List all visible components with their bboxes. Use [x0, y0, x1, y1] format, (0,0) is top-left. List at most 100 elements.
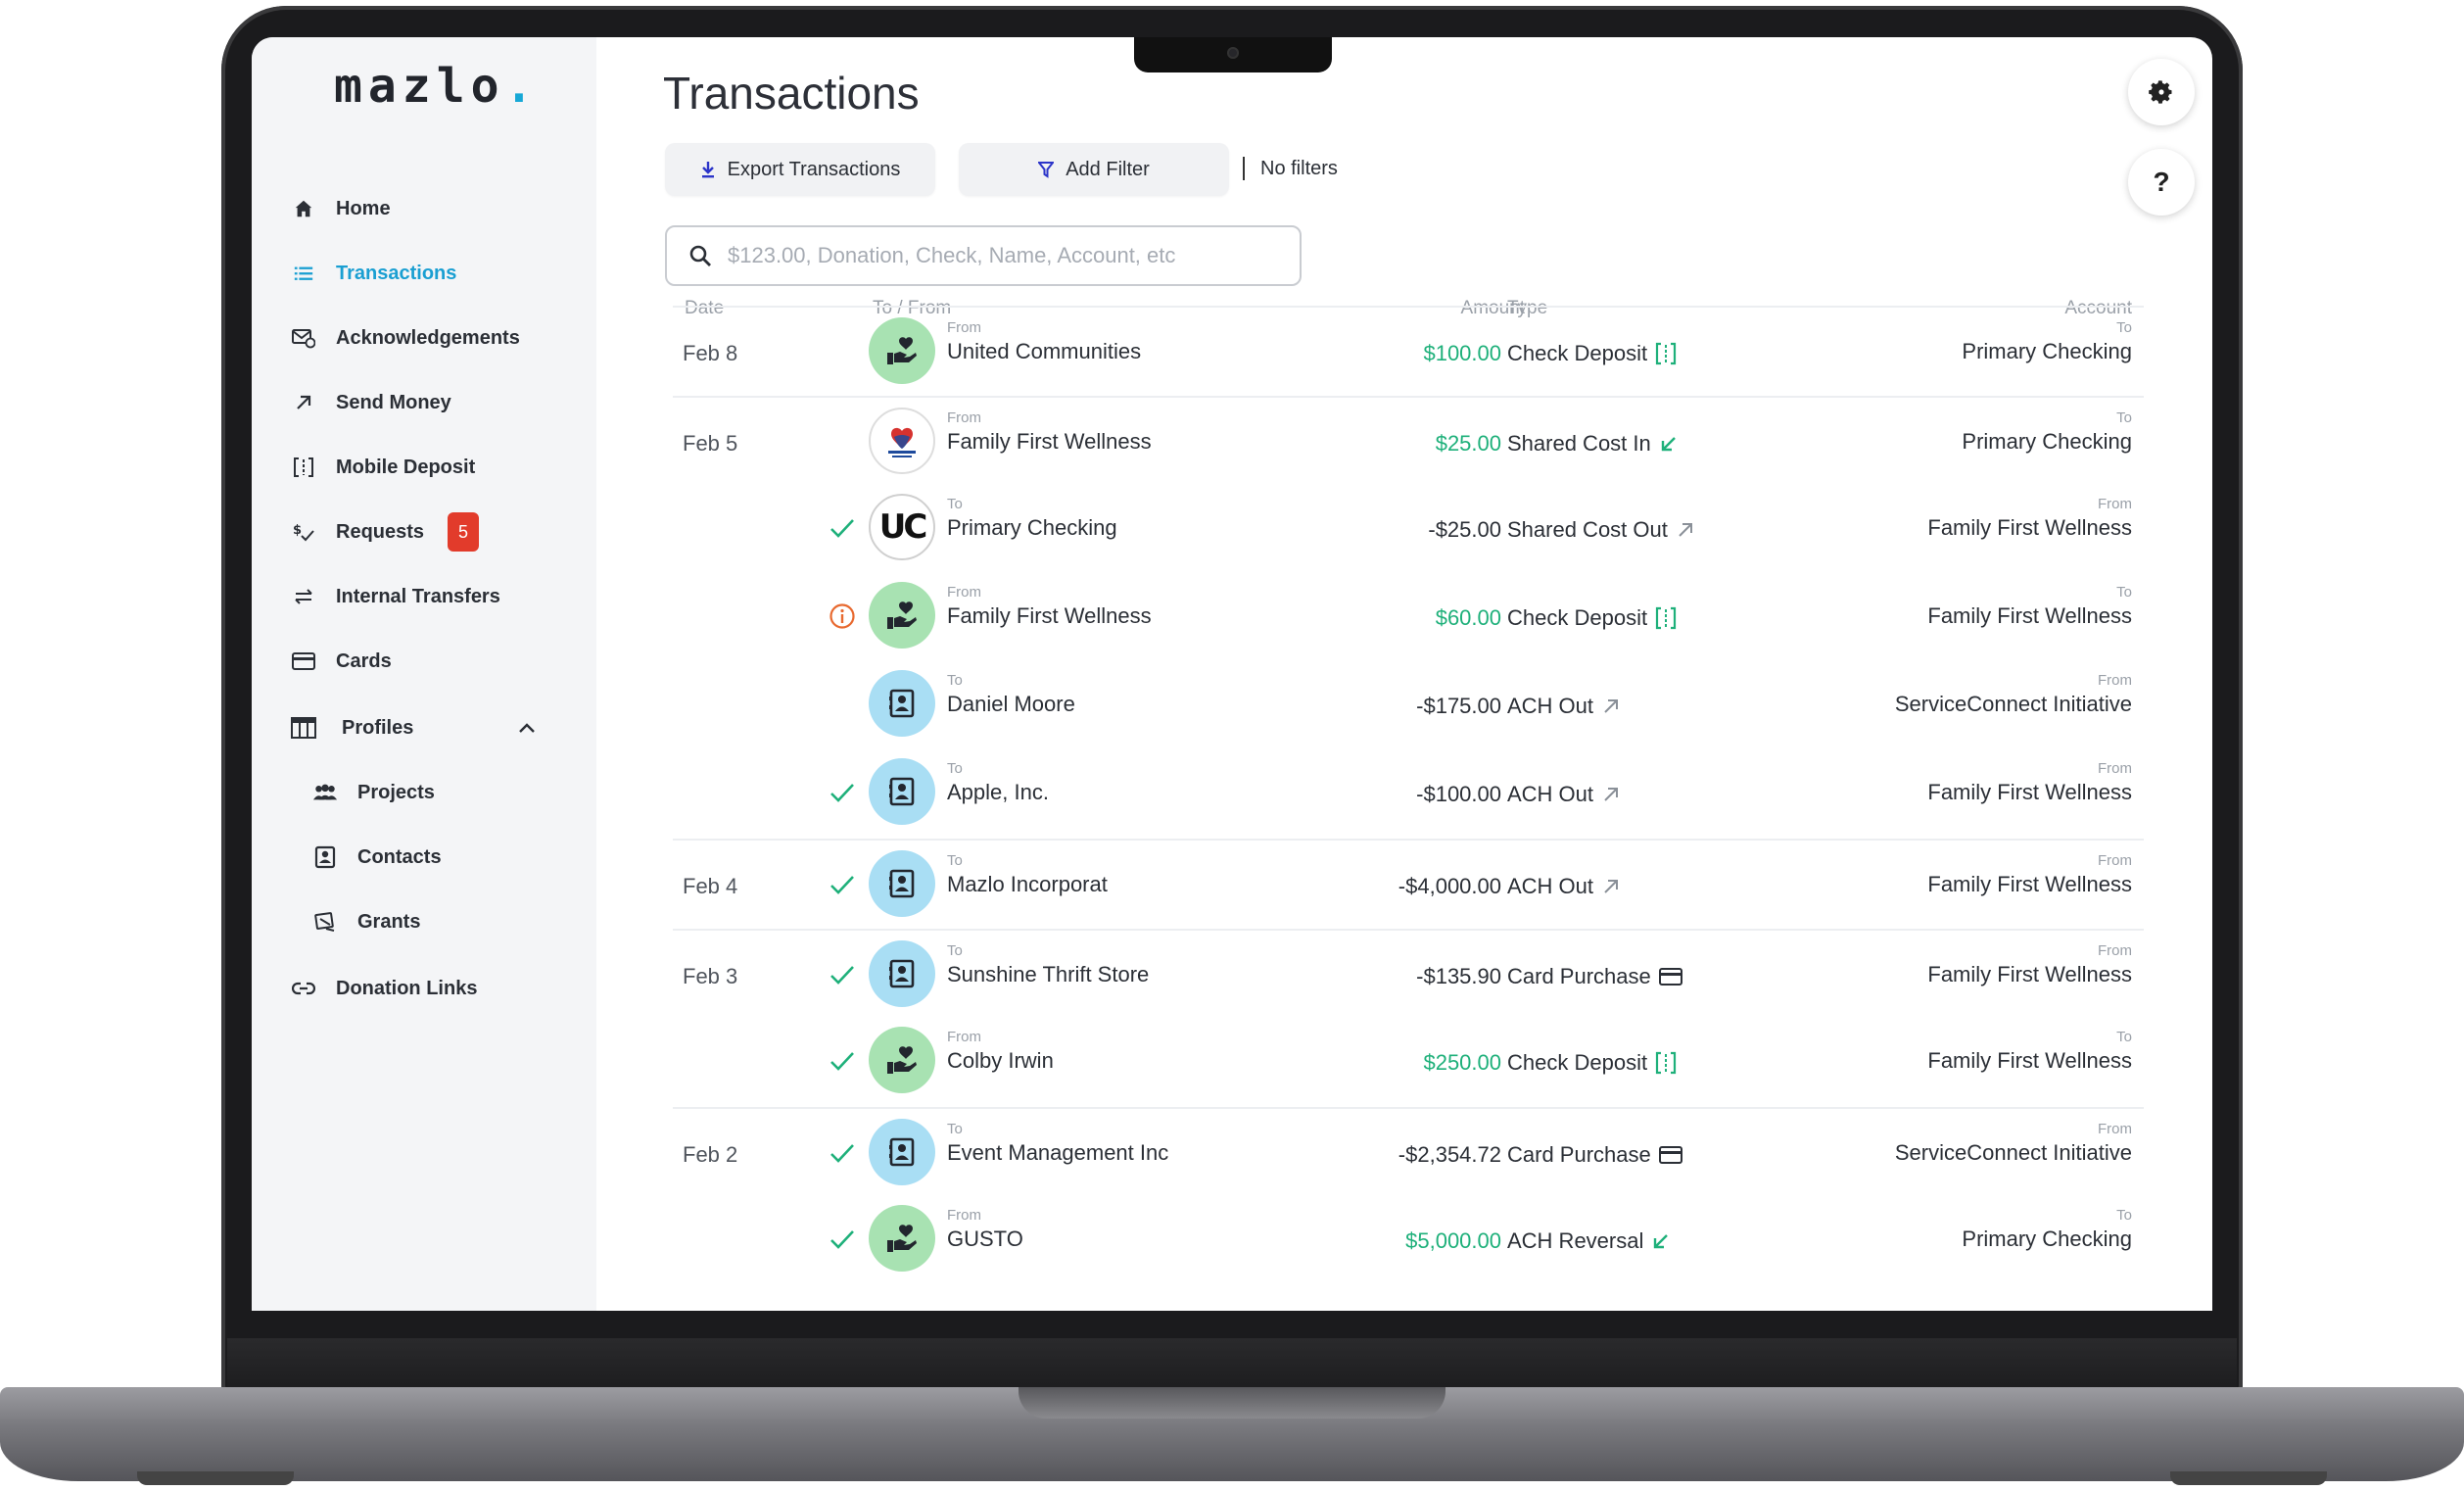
row-account[interactable]: ServiceConnect Initiative [1895, 1140, 2132, 1166]
table-row[interactable]: Feb 3 To Sunshine Thrift Store -$135.90 Card… [673, 929, 2144, 1017]
table-row[interactable]: From GUSTO $5,000.00 ACH Reversal To Primary … [673, 1195, 2144, 1283]
row-account[interactable]: Family First Wellness [1927, 515, 2132, 541]
row-party[interactable]: Event Management Inc [947, 1140, 1168, 1166]
search-icon [688, 244, 712, 267]
row-account[interactable]: Primary Checking [1962, 429, 2132, 455]
search-input[interactable] [728, 243, 1276, 268]
sidebar-item-contacts[interactable]: Contacts [312, 833, 596, 882]
sidebar-item-label: Contacts [357, 845, 442, 868]
row-direction: To [947, 496, 963, 512]
settings-button[interactable] [2128, 59, 2195, 125]
table-row[interactable]: UC To Primary Checking -$25.00 Shared Cost O… [673, 484, 2144, 572]
check-deposit-icon [1655, 342, 1677, 365]
help-label: ? [2153, 167, 2170, 197]
sidebar-item-home[interactable]: Home [291, 184, 575, 233]
chevron-up-icon[interactable] [518, 717, 536, 740]
table-row[interactable]: Feb 5 From Family First Wellness $25.00 Shar… [673, 396, 2144, 484]
row-amount: -$100.00 [1416, 782, 1501, 806]
row-account[interactable]: Family First Wellness [1927, 1048, 2132, 1074]
row-type: Shared Cost In [1507, 431, 1679, 457]
sidebar-item-donation-links[interactable]: Donation Links [291, 964, 575, 1013]
row-account[interactable]: Primary Checking [1962, 339, 2132, 364]
row-party[interactable]: Mazlo Incorporat [947, 872, 1108, 897]
sidebar-item-profiles[interactable]: Profiles [291, 703, 565, 752]
donation-icon [869, 1027, 935, 1093]
row-amount: $5,000.00 [1405, 1228, 1501, 1253]
row-party[interactable]: United Communities [947, 339, 1141, 364]
search-box[interactable] [665, 225, 1302, 286]
check-icon [828, 1046, 857, 1076]
sidebar-item-transactions[interactable]: Transactions [291, 249, 575, 298]
table-row[interactable]: From Family First Wellness $60.00 Check Dep… [673, 572, 2144, 660]
row-party[interactable]: Family First Wellness [947, 603, 1152, 629]
arrow-out-icon [1601, 697, 1621, 716]
row-party[interactable]: Sunshine Thrift Store [947, 962, 1149, 987]
logo[interactable]: mazlo. [334, 59, 539, 114]
sidebar-item-label: Profiles [342, 716, 414, 739]
row-account-direction: From [2098, 942, 2132, 959]
row-amount: -$2,354.72 [1398, 1142, 1501, 1167]
sidebar-item-label: Transactions [336, 262, 457, 284]
sidebar-item-send-money[interactable]: Send Money [291, 378, 575, 427]
row-date: Feb 2 [683, 1142, 738, 1167]
info-icon[interactable] [828, 601, 857, 631]
check-icon [828, 778, 857, 807]
row-account[interactable]: Family First Wellness [1927, 872, 2132, 897]
sidebar-item-label: Internal Transfers [336, 585, 500, 607]
sidebar-item-requests[interactable]: $ Requests 5 [291, 507, 575, 556]
row-account[interactable]: Primary Checking [1962, 1226, 2132, 1252]
row-amount: $250.00 [1423, 1050, 1501, 1075]
table-row[interactable]: To Apple, Inc. -$100.00 ACH Out From Family F… [673, 748, 2144, 837]
page-title: Transactions [663, 68, 920, 119]
row-account[interactable]: Family First Wellness [1927, 780, 2132, 805]
row-party[interactable]: Colby Irwin [947, 1048, 1054, 1074]
donation-icon [869, 1205, 935, 1272]
sidebar-item-acknowledgements[interactable]: Acknowledgements [291, 313, 575, 362]
row-amount: $25.00 [1435, 431, 1501, 456]
contact-icon [312, 844, 338, 870]
row-date: Feb 4 [683, 874, 738, 898]
table-icon [291, 715, 316, 741]
filter-label: Add Filter [1066, 158, 1150, 180]
sidebar-item-grants[interactable]: Grants [312, 897, 596, 946]
row-type: Check Deposit [1507, 1050, 1677, 1076]
uc-logo: UC [869, 494, 935, 560]
sidebar-item-internal-transfers[interactable]: Internal Transfers [291, 572, 575, 621]
row-account[interactable]: Family First Wellness [1927, 962, 2132, 987]
donation-icon [869, 317, 935, 384]
row-party[interactable]: Family First Wellness [947, 429, 1152, 455]
table-row[interactable]: To Daniel Moore -$175.00 ACH Out From Service… [673, 660, 2144, 748]
row-direction: From [947, 584, 981, 601]
gear-icon [2148, 78, 2175, 106]
card-icon [1658, 1145, 1682, 1165]
table-row[interactable]: From Colby Irwin $250.00 Check Deposit To Fam… [673, 1017, 2144, 1105]
export-transactions-button[interactable]: Export Transactions [665, 143, 935, 196]
swap-icon [291, 584, 316, 609]
help-button[interactable]: ? [2128, 149, 2195, 216]
uc-logo-text: UC [878, 507, 928, 547]
contact-icon [869, 850, 935, 917]
sidebar-item-mobile-deposit[interactable]: Mobile Deposit [291, 443, 575, 492]
row-type-label: Card Purchase [1507, 1142, 1651, 1167]
row-party[interactable]: GUSTO [947, 1226, 1023, 1252]
add-filter-button[interactable]: Add Filter [959, 143, 1229, 196]
row-party[interactable]: Daniel Moore [947, 692, 1075, 717]
table-row[interactable]: Feb 2 To Event Management Inc -$2,354.72 Car… [673, 1107, 2144, 1195]
table-row[interactable]: Feb 4 To Mazlo Incorporat -$4,000.00 ACH Out… [673, 839, 2144, 927]
check-icon [828, 870, 857, 899]
table-row[interactable]: Feb 8 From United Communities $100.00 Check … [673, 306, 2144, 394]
check-deposit-icon [1655, 606, 1677, 630]
sidebar-item-cards[interactable]: Cards [291, 637, 575, 686]
row-party[interactable]: Primary Checking [947, 515, 1117, 541]
row-account[interactable]: ServiceConnect Initiative [1895, 692, 2132, 717]
row-direction: To [947, 672, 963, 689]
sidebar-item-label: Cards [336, 649, 392, 672]
row-account-direction: To [2116, 319, 2132, 336]
row-direction: From [947, 409, 981, 426]
row-date: Feb 3 [683, 964, 738, 988]
row-date: Feb 8 [683, 341, 738, 365]
row-type-label: Check Deposit [1507, 1050, 1648, 1075]
row-account[interactable]: Family First Wellness [1927, 603, 2132, 629]
sidebar-item-projects[interactable]: Projects [312, 768, 596, 817]
row-party[interactable]: Apple, Inc. [947, 780, 1049, 805]
